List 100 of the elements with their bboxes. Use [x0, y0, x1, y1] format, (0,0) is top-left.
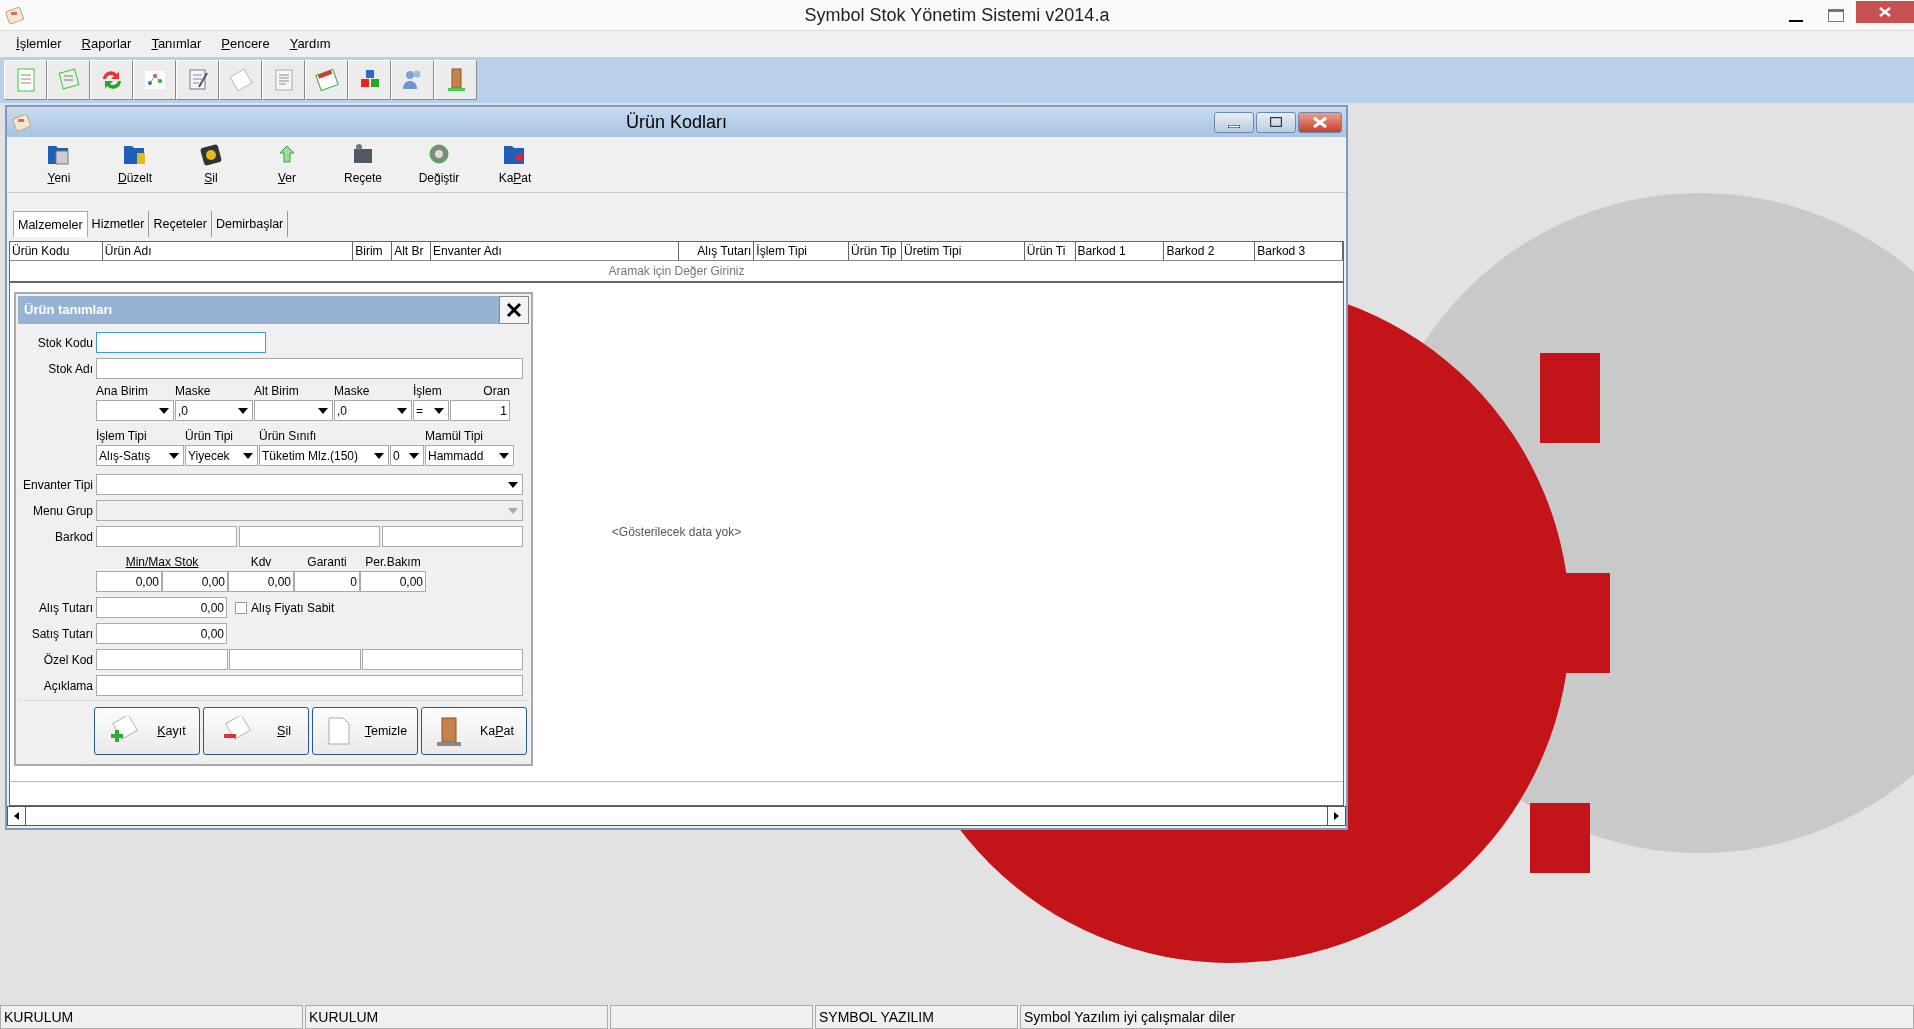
- menu-item[interactable]: Pencere: [211, 34, 280, 54]
- gear-icon: [426, 141, 452, 167]
- toolbar-button[interactable]: Yeni: [21, 141, 97, 192]
- tab[interactable]: Reçeteler: [149, 211, 212, 237]
- minimize-icon: [1789, 20, 1803, 22]
- column-header[interactable]: Ürün Kodu: [10, 242, 103, 260]
- caret-icon: [499, 452, 509, 459]
- field-label: Alış Tutarı: [37, 599, 93, 617]
- toolbar-button[interactable]: [434, 60, 477, 100]
- column-header[interactable]: Ürün Tip: [849, 242, 902, 260]
- menu-item[interactable]: Tanımlar: [141, 34, 212, 54]
- close-icon: [1879, 7, 1891, 17]
- status-text: Symbol Yazılım iyi çalışmalar diler: [1020, 1005, 1914, 1029]
- dropdown[interactable]: Alış-Satış: [96, 445, 184, 466]
- field-label: Maske: [175, 384, 212, 400]
- field-label: Kdv: [250, 555, 272, 571]
- column-header[interactable]: Üretim Tipi: [902, 242, 1025, 260]
- field-label: Stok Adı: [47, 360, 93, 378]
- column-header[interactable]: Ürün Adı: [102, 242, 354, 260]
- status-text: KURULUM: [305, 1005, 608, 1029]
- column-header[interactable]: İşlem Tipi: [754, 242, 850, 260]
- dropdown[interactable]: Tüketim Mlz.(150): [259, 445, 389, 466]
- toolbar-button[interactable]: KaPat: [477, 141, 553, 192]
- input-field[interactable]: [96, 675, 523, 696]
- field-label: Satış Tutarı: [30, 625, 93, 643]
- toolbar-button[interactable]: Sil: [173, 141, 249, 192]
- field-label: Ana Birim: [96, 384, 149, 400]
- caret-icon: [238, 407, 248, 414]
- form-button[interactable]: Temizle: [312, 707, 418, 755]
- form-button[interactable]: KaPat: [421, 707, 527, 755]
- field-label: Envanter Tipi: [21, 476, 93, 494]
- caret-icon: [434, 407, 444, 414]
- column-header[interactable]: Alış Tutarı: [678, 242, 755, 260]
- input-field[interactable]: 0,00: [96, 597, 227, 618]
- toolbar-button[interactable]: [90, 60, 133, 100]
- input-field[interactable]: 0,00: [228, 571, 294, 592]
- column-header[interactable]: Birim: [353, 242, 393, 260]
- field-label: Alt Birim: [254, 384, 300, 400]
- form-button[interactable]: Sil: [203, 707, 309, 755]
- column-header[interactable]: Envanter Adı: [431, 242, 679, 260]
- input-field[interactable]: [382, 526, 523, 547]
- input-field[interactable]: [362, 649, 523, 670]
- input-field[interactable]: 0: [294, 571, 360, 592]
- toolbar-button[interactable]: [176, 60, 219, 100]
- toolbar-button[interactable]: [391, 60, 434, 100]
- toolbar-button[interactable]: [47, 60, 90, 100]
- caret-icon: [508, 507, 518, 514]
- toolbar-button[interactable]: [348, 60, 391, 100]
- dropdown[interactable]: ,0: [175, 400, 253, 421]
- toolbar-button[interactable]: [133, 60, 176, 100]
- toolbar-button[interactable]: Düzelt: [97, 141, 173, 192]
- toolbar-button[interactable]: [219, 60, 262, 100]
- caret-icon: [508, 481, 518, 488]
- dropdown[interactable]: [254, 400, 333, 421]
- input-field[interactable]: [96, 332, 266, 353]
- toolbar-button[interactable]: Değiştir: [401, 141, 477, 192]
- column-header[interactable]: Barkod 1: [1075, 242, 1165, 260]
- toolbar-button[interactable]: [4, 60, 47, 100]
- form-button[interactable]: Kayıt: [94, 707, 200, 755]
- input-field[interactable]: [96, 526, 237, 547]
- caret-icon: [159, 407, 169, 414]
- column-header[interactable]: Alt Br: [392, 242, 432, 260]
- input-field[interactable]: [229, 649, 361, 670]
- dropdown[interactable]: 0: [390, 445, 424, 466]
- close-button[interactable]: [499, 296, 529, 324]
- toolbar-button[interactable]: Reçete: [325, 141, 401, 192]
- column-header[interactable]: Ürün Ti: [1024, 242, 1076, 260]
- input-field[interactable]: [96, 649, 228, 670]
- menu-item[interactable]: Raporlar: [71, 34, 142, 54]
- field-label: Ürün Tipi: [185, 429, 235, 445]
- input-field[interactable]: 1: [450, 400, 510, 421]
- toolbar-button[interactable]: Ver: [249, 141, 325, 192]
- horizontal-scrollbar[interactable]: [7, 806, 1346, 826]
- link[interactable]: Min/Max Stok: [125, 555, 199, 571]
- input-field[interactable]: 0,00: [96, 623, 227, 644]
- menu-item[interactable]: İşlemler: [6, 34, 72, 54]
- tab[interactable]: Demirbaşlar: [211, 211, 289, 237]
- column-header[interactable]: Barkod 2: [1164, 242, 1256, 260]
- tab[interactable]: Malzemeler: [13, 211, 88, 237]
- dropdown[interactable]: [96, 400, 174, 421]
- toolbar-button[interactable]: [262, 60, 305, 100]
- dropdown[interactable]: =: [413, 400, 449, 421]
- tab[interactable]: Hizmetler: [87, 211, 150, 237]
- field-label: Oran: [482, 384, 510, 400]
- toolbar-button[interactable]: [305, 60, 348, 100]
- dropdown[interactable]: Yiyecek: [185, 445, 258, 466]
- input-field[interactable]: 0,00: [96, 571, 162, 592]
- close-icon: [506, 302, 522, 318]
- dropdown[interactable]: ,0: [334, 400, 412, 421]
- column-header[interactable]: Barkod 3: [1255, 242, 1343, 260]
- input-field[interactable]: [239, 526, 380, 547]
- input-field[interactable]: [96, 358, 523, 379]
- input-field[interactable]: 0,00: [360, 571, 426, 592]
- input-field[interactable]: 0,00: [162, 571, 228, 592]
- maximize-button[interactable]: [1256, 111, 1296, 133]
- dropdown[interactable]: [96, 474, 523, 495]
- field-label: Mamül Tipi: [425, 429, 484, 445]
- menu-item[interactable]: Yardım: [279, 34, 341, 54]
- checkbox[interactable]: [235, 601, 247, 614]
- dropdown[interactable]: Hammadd: [425, 445, 514, 466]
